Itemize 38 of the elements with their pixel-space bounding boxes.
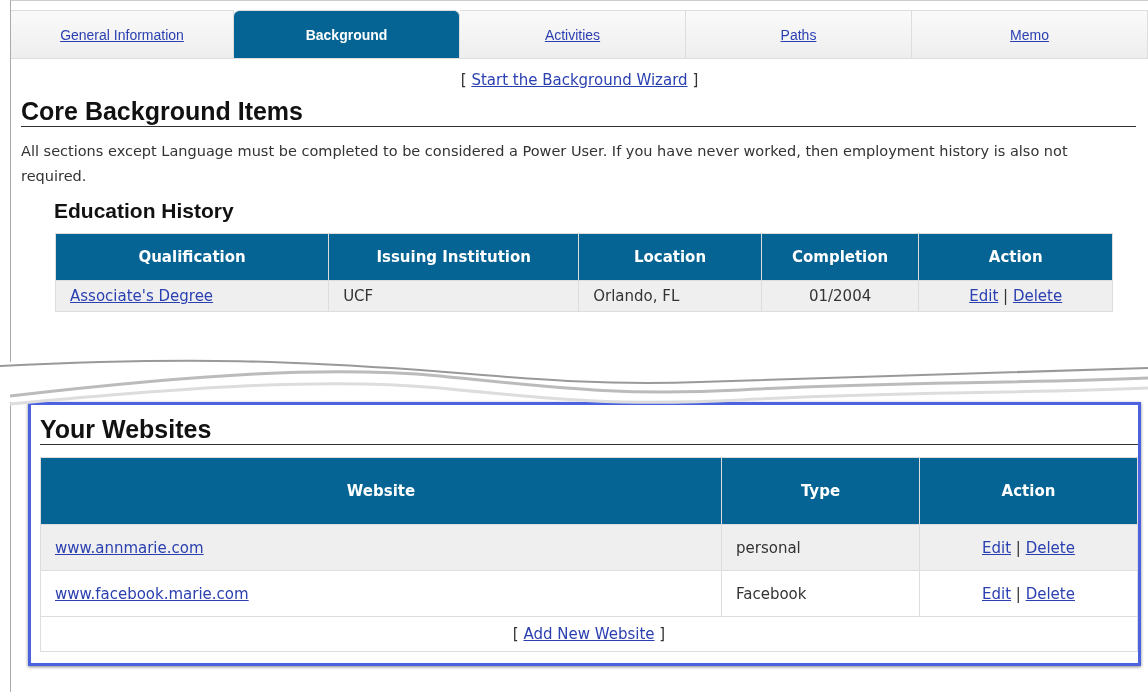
column-header: Location bbox=[578, 233, 762, 281]
delete-link[interactable]: Delete bbox=[1025, 538, 1075, 557]
separator: | bbox=[1014, 584, 1022, 603]
wizard-link-line: [ Start the Background Wizard ] bbox=[459, 71, 700, 89]
column-header: Action bbox=[919, 457, 1138, 525]
tab[interactable]: General Information bbox=[11, 10, 234, 58]
tab[interactable]: Background bbox=[234, 10, 460, 58]
tab[interactable]: Memo bbox=[912, 10, 1148, 58]
website-link[interactable]: www.facebook.marie.com bbox=[55, 584, 249, 603]
delete-link[interactable]: Delete bbox=[1012, 287, 1063, 305]
column-header: Website bbox=[40, 457, 722, 525]
column-header: Completion bbox=[761, 233, 919, 281]
table-cell: personal bbox=[721, 524, 920, 571]
link[interactable]: Add New Website bbox=[523, 625, 655, 643]
edit-link[interactable]: Edit bbox=[982, 584, 1012, 603]
link[interactable]: Start the Background Wizard bbox=[471, 71, 688, 89]
website-link[interactable]: www.annmarie.com bbox=[55, 538, 204, 557]
table-cell: UCF bbox=[328, 280, 579, 312]
edit-link[interactable]: Edit bbox=[982, 538, 1012, 557]
table-cell: Orlando, FL bbox=[578, 280, 762, 312]
table-cell: Facebook bbox=[721, 570, 920, 617]
column-header: Qualification bbox=[55, 233, 329, 281]
delete-link[interactable]: Delete bbox=[1025, 584, 1075, 603]
edit-link[interactable]: Edit bbox=[969, 287, 999, 305]
separator: | bbox=[1014, 538, 1022, 557]
intro-text: All sections except Language must be completed to be considered a Power User. If you have never worked, then employment history is also not required. bbox=[21, 142, 1069, 186]
tab[interactable]: Activities bbox=[460, 10, 686, 58]
column-header: Issuing Institution bbox=[328, 233, 579, 281]
qualification-link[interactable]: Associate's Degree bbox=[70, 287, 214, 305]
section-heading: Your Websites bbox=[40, 415, 1138, 445]
section-heading: Core Background Items bbox=[21, 97, 1136, 127]
subsection-heading: Education History bbox=[54, 199, 235, 223]
table-cell: 01/2004 bbox=[761, 280, 919, 312]
add-website-line: [ Add New Website ] bbox=[511, 625, 667, 643]
column-header: Type bbox=[721, 457, 920, 525]
column-header: Action bbox=[918, 233, 1113, 281]
separator: | bbox=[1002, 287, 1010, 305]
tab[interactable]: Paths bbox=[686, 10, 912, 58]
